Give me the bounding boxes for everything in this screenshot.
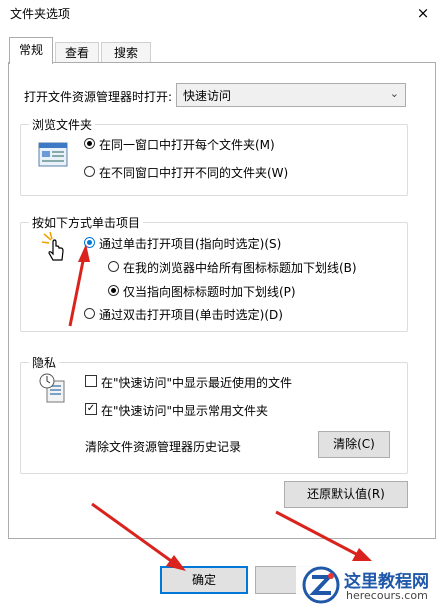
watermark-logo-icon <box>302 566 340 604</box>
annotation-arrows <box>68 244 372 571</box>
tab-general[interactable]: 常规 <box>9 37 53 64</box>
watermark: 这里教程网 herecours.com <box>296 562 444 607</box>
red-arrow-icon <box>68 244 90 327</box>
watermark-url: herecours.com <box>346 589 428 602</box>
red-arrow-icon <box>275 510 372 561</box>
red-arrow-icon <box>91 502 186 571</box>
